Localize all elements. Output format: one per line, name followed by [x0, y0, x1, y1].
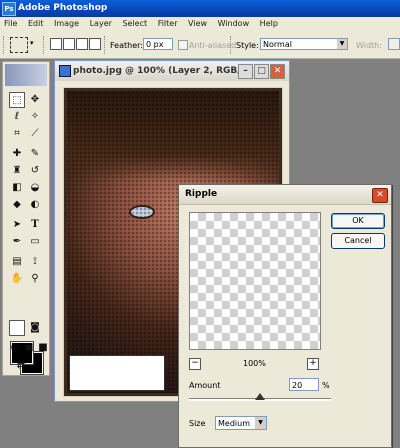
menu-window[interactable]: Window [214, 17, 254, 28]
menu-edit[interactable]: Edit [24, 17, 48, 28]
zoom-tool-icon[interactable]: ⚲ [27, 271, 43, 287]
options-separator [230, 36, 233, 54]
options-bar: ▾ Feather: 0 px Anti-aliased Style: Norm… [0, 32, 400, 59]
screen-mode-full-icon[interactable]: ■ [35, 340, 51, 356]
close-icon[interactable]: ✕ [372, 188, 388, 203]
options-bar-grip[interactable] [3, 36, 6, 54]
feather-label: Feather: [110, 41, 143, 50]
notes-tool-icon[interactable]: ▤ [9, 254, 25, 270]
history-brush-tool-icon[interactable]: ↺ [27, 163, 43, 179]
size-select-value: Medium [218, 419, 250, 428]
chevron-down-icon[interactable]: ▼ [337, 39, 347, 49]
menu-help[interactable]: Help [256, 17, 282, 28]
magic-wand-tool-icon[interactable]: ✧ [27, 109, 43, 125]
menu-bar: File Edit Image Layer Select Filter View… [0, 17, 400, 33]
ok-button[interactable]: OK [331, 213, 385, 229]
antialiased-checkbox[interactable] [178, 40, 188, 50]
shape-tool-icon[interactable]: ▭ [27, 234, 43, 250]
eyedropper-tool-icon[interactable]: ⟟ [27, 254, 43, 270]
width-input[interactable] [388, 38, 400, 50]
document-title: photo.jpg @ 100% (Layer 2, RGB/8) [73, 66, 251, 76]
quick-mask-mode-icon[interactable]: ◙ [27, 320, 43, 336]
style-label: Style: [236, 41, 259, 50]
path-selection-tool-icon[interactable]: ➤ [9, 217, 25, 233]
document-icon [59, 65, 71, 77]
pen-tool-icon[interactable]: ✒ [9, 234, 25, 250]
dodge-tool-icon[interactable]: ◐ [27, 197, 43, 213]
photoshop-logo-icon: Ps [2, 2, 16, 16]
app-title: Adobe Photoshop [18, 3, 108, 13]
feather-input[interactable]: 0 px [143, 38, 173, 50]
add-to-selection-icon[interactable] [63, 38, 75, 50]
standard-mode-icon[interactable] [9, 320, 25, 336]
blur-tool-icon[interactable]: ◆ [9, 197, 25, 213]
amount-input[interactable]: 20 [289, 378, 319, 391]
maximize-icon[interactable]: □ [254, 64, 269, 79]
toolbox: ⬚ ✥ ℓ ✧ ⌗ ⟋ ✚ ✎ ♜ ↺ ◧ ◒ ◆ ◐ ➤ T ✒ ▭ ▤ ⟟ … [2, 61, 50, 376]
amount-slider-thumb[interactable] [255, 393, 265, 400]
menu-filter[interactable]: Filter [154, 17, 182, 28]
cancel-button[interactable]: Cancel [331, 233, 385, 249]
crop-tool-icon[interactable]: ⌗ [9, 126, 25, 142]
hand-tool-icon[interactable]: ✋ [9, 271, 25, 287]
paint-bucket-tool-icon[interactable]: ◒ [27, 180, 43, 196]
options-separator [104, 36, 107, 54]
size-label: Size [189, 419, 206, 428]
close-icon[interactable]: ✕ [270, 64, 285, 79]
style-select[interactable]: Normal ▼ [260, 38, 348, 50]
lasso-tool-icon[interactable]: ℓ [9, 109, 25, 125]
amount-label: Amount [189, 381, 221, 390]
eraser-tool-icon[interactable]: ◧ [9, 180, 25, 196]
marquee-tool-icon[interactable]: ⬚ [9, 92, 25, 108]
tool-preset-picker-icon[interactable] [10, 37, 28, 53]
zoom-level: 100% [243, 359, 266, 368]
move-tool-icon[interactable]: ✥ [27, 92, 43, 108]
menu-view[interactable]: View [184, 17, 211, 28]
white-layer-box [69, 355, 165, 391]
ripple-dialog: Ripple ✕ OK Cancel − 100% + Amount 20 % … [178, 184, 392, 448]
width-label: Width: [356, 41, 382, 50]
jump-to-imageready-icon[interactable]: ⇄ [13, 358, 29, 374]
menu-select[interactable]: Select [118, 17, 151, 28]
clone-stamp-tool-icon[interactable]: ♜ [9, 163, 25, 179]
menu-image[interactable]: Image [50, 17, 83, 28]
ripple-titlebar[interactable]: Ripple ✕ [179, 185, 391, 205]
chevron-down-icon[interactable]: ▼ [255, 417, 266, 429]
filter-preview[interactable] [189, 212, 321, 350]
minimize-icon[interactable]: – [238, 64, 253, 79]
zoom-in-icon[interactable]: + [307, 358, 319, 370]
menu-layer[interactable]: Layer [86, 17, 116, 28]
zoom-out-icon[interactable]: − [189, 358, 201, 370]
slice-tool-icon[interactable]: ⟋ [27, 126, 43, 142]
subtract-from-selection-icon[interactable] [76, 38, 88, 50]
menu-file[interactable]: File [0, 17, 21, 28]
style-select-value: Normal [263, 40, 292, 49]
amount-unit: % [322, 381, 330, 390]
brush-tool-icon[interactable]: ✎ [27, 146, 43, 162]
ripple-title: Ripple [185, 189, 218, 199]
intersect-selection-icon[interactable] [89, 38, 101, 50]
size-select[interactable]: Medium ▼ [215, 416, 267, 430]
tool-preset-arrow-icon[interactable]: ▾ [30, 39, 34, 47]
app-titlebar: Ps Adobe Photoshop [0, 0, 400, 17]
document-titlebar[interactable]: photo.jpg @ 100% (Layer 2, RGB/8) – □ ✕ [55, 61, 289, 81]
options-separator [43, 36, 46, 54]
healing-brush-tool-icon[interactable]: ✚ [9, 146, 25, 162]
type-tool-icon[interactable]: T [27, 217, 43, 233]
toolbox-header-icon[interactable] [5, 64, 47, 86]
new-selection-icon[interactable] [50, 38, 62, 50]
